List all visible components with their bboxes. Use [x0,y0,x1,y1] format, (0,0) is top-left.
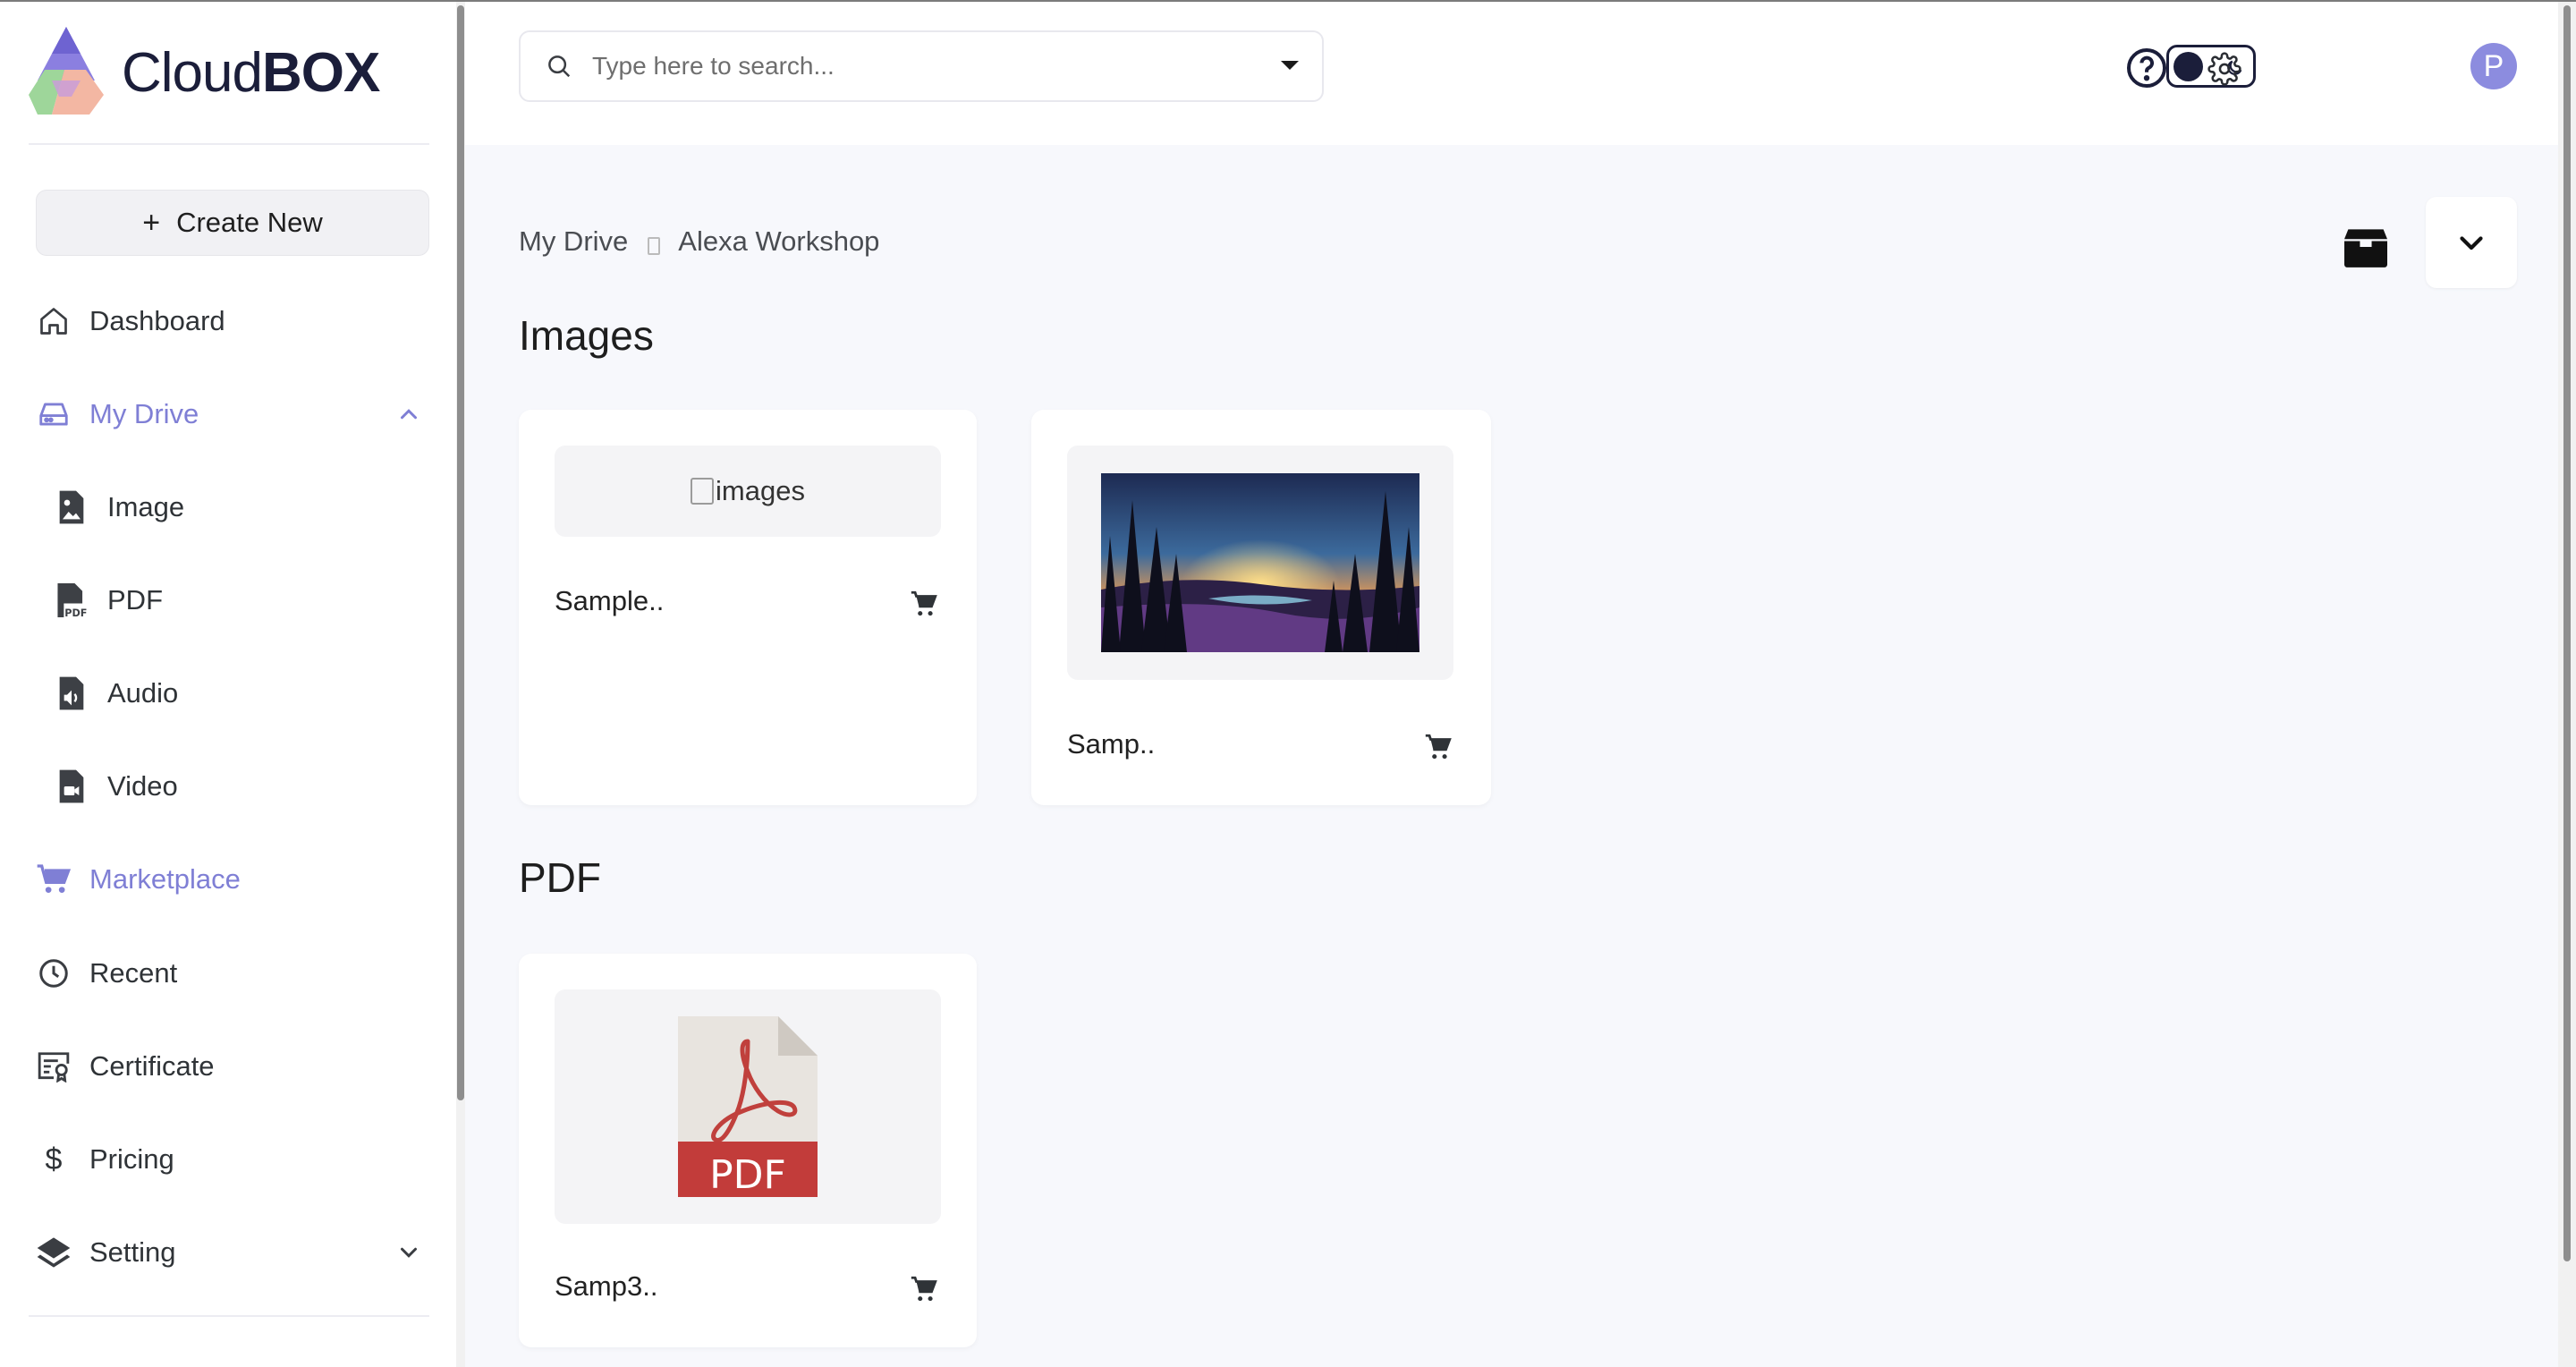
settings-gear-icon[interactable] [2207,52,2241,86]
file-name: Samp.. [1067,728,1156,760]
sidebar-item-certificate[interactable]: Certificate [36,1037,429,1096]
breadcrumb-root-link[interactable]: My Drive [519,225,628,258]
sidebar-item-label: Marketplace [89,863,241,895]
sidebar-item-label: Video [107,770,178,802]
video-file-icon [54,768,89,804]
sidebar-item-label: Image [107,491,185,522]
sidebar-item-recent[interactable]: Recent [36,944,429,1003]
sidebar-divider [29,1315,429,1317]
logo-text-bold: BOX [262,41,380,104]
certificate-icon [36,1049,72,1084]
sidebar-item-label: Dashboard [89,305,225,336]
sidebar-item-label: Setting [89,1236,176,1268]
search-dropdown-caret-icon[interactable] [1281,61,1299,70]
chevron-down-icon[interactable] [395,1239,422,1266]
chevron-down-icon [2460,236,2483,250]
sidebar-scrollbar-thumb[interactable] [457,5,464,1100]
file-card-image[interactable]: Samp.. [1031,410,1491,805]
cart-icon [36,862,72,897]
section-title-pdf: PDF [519,854,601,901]
box-view-icon[interactable] [2342,225,2390,268]
sidebar-divider [29,143,429,145]
sidebar: Cloud BOX + Create New Dashboard My Drive… [0,0,465,1367]
help-icon[interactable] [2125,47,2168,89]
file-thumbnail [1067,446,1453,680]
page-scrollbar[interactable] [2558,0,2576,1367]
sort-dropdown-button[interactable] [2426,197,2517,288]
sidebar-item-label: Certificate [89,1050,215,1082]
file-card-pdf[interactable]: PDF Samp3.. [519,954,977,1347]
breadcrumb: My Drive Alexa Workshop [519,225,879,258]
home-icon [36,303,72,339]
sidebar-item-label: Audio [107,677,179,709]
sidebar-item-video[interactable]: Video [54,757,429,816]
sidebar-item-my-drive[interactable]: My Drive [36,385,429,444]
sidebar-item-label: Pricing [89,1143,174,1175]
cart-icon[interactable] [909,1274,939,1304]
cart-icon[interactable] [909,589,939,619]
drive-icon [36,396,72,432]
file-thumbnail: PDF [555,989,941,1224]
toggle-knob [2174,52,2203,81]
sidebar-item-image[interactable]: Image [54,478,429,537]
sidebar-item-audio[interactable]: Audio [54,664,429,723]
landscape-thumbnail-image [1101,473,1419,652]
create-new-button[interactable]: + Create New [36,190,429,256]
chevron-up-icon[interactable] [395,401,422,428]
clock-icon [36,955,72,991]
breadcrumb-separator-icon [648,237,661,255]
search-bar[interactable] [519,30,1324,102]
sidebar-item-label: My Drive [89,398,199,429]
search-icon [548,55,571,78]
svg-text:PDF: PDF [64,607,87,619]
image-alt-text: images [716,475,805,506]
app-logo[interactable]: Cloud BOX [25,25,380,120]
image-file-icon [54,489,89,525]
sidebar-item-pdf[interactable]: PDF PDF [54,571,429,630]
top-header: P [465,0,2558,145]
section-title-images: Images [519,312,654,359]
sidebar-item-setting[interactable]: Setting [36,1223,429,1282]
sidebar-item-dashboard[interactable]: Dashboard [36,292,429,351]
layers-icon [36,1235,72,1270]
pdf-file-icon: PDF [54,582,89,619]
app-name: Cloud BOX [122,41,380,105]
logo-text-light: Cloud [122,41,263,104]
cart-icon[interactable] [1423,732,1453,762]
broken-image: images [691,475,805,507]
sidebar-scrollbar[interactable] [456,0,465,1367]
dollar-icon: $ [45,1142,63,1176]
sidebar-item-label: PDF [107,584,163,616]
plus-icon: + [142,205,161,240]
file-name: Samp3.. [555,1270,658,1302]
avatar[interactable]: P [2470,43,2517,89]
sidebar-item-marketplace[interactable]: Marketplace [36,850,429,909]
sidebar-item-label: Recent [89,957,178,989]
create-new-label: Create New [176,207,323,238]
cloudbox-logo-icon [29,27,104,115]
sidebar-item-pricing[interactable]: $ Pricing [36,1130,429,1189]
window-top-border [0,0,2576,2]
breadcrumb-current: Alexa Workshop [678,225,880,257]
page-scrollbar-thumb[interactable] [2563,5,2571,1261]
broken-image-icon [691,478,715,505]
file-thumbnail: images [555,446,941,537]
audio-file-icon [54,675,89,711]
file-card-image[interactable]: images Sample.. [519,410,977,805]
search-input[interactable] [592,52,1218,81]
pdf-badge-text: PDF [709,1152,786,1198]
file-name: Sample.. [555,585,665,616]
